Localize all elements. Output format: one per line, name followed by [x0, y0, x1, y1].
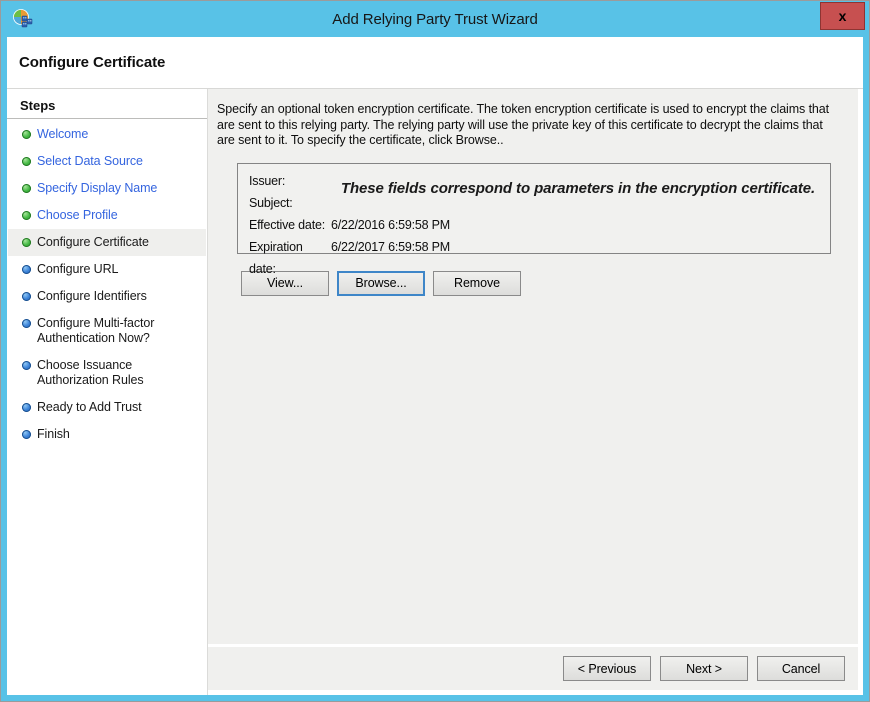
step-label: Specify Display Name: [37, 181, 195, 196]
step-specify-display-name[interactable]: Specify Display Name: [8, 175, 206, 202]
step-configure-url[interactable]: Configure URL: [8, 256, 206, 283]
step-status-icon: [22, 319, 31, 328]
step-status-icon: [22, 238, 31, 247]
content-panel: Specify an optional token encryption cer…: [208, 89, 858, 644]
step-configure-identifiers[interactable]: Configure Identifiers: [8, 283, 206, 310]
step-status-icon: [22, 292, 31, 301]
step-label: Welcome: [37, 127, 195, 142]
step-choose-profile[interactable]: Choose Profile: [8, 202, 206, 229]
previous-button[interactable]: < Previous: [563, 656, 651, 681]
step-status-icon: [22, 403, 31, 412]
steps-title: Steps: [7, 89, 207, 119]
window-body: Configure Certificate Steps Welcome Sele…: [7, 37, 863, 694]
close-button[interactable]: x: [820, 2, 865, 30]
step-select-data-source[interactable]: Select Data Source: [8, 148, 206, 175]
step-status-icon: [22, 157, 31, 166]
certificate-field-value: 6/22/2016 6:59:58 PM: [331, 214, 450, 236]
step-choose-issuance-rules[interactable]: Choose Issuance Authorization Rules: [8, 352, 206, 394]
step-label: Configure Multi-factor Authentication No…: [37, 316, 195, 346]
step-label: Choose Profile: [37, 208, 195, 223]
description-text: Specify an optional token encryption cer…: [217, 102, 835, 149]
titlebar: Add Relying Party Trust Wizard x: [1, 1, 869, 37]
step-status-icon: [22, 430, 31, 439]
annotation-text: These fields correspond to parameters in…: [334, 180, 822, 197]
window-title: Add Relying Party Trust Wizard: [61, 1, 809, 37]
step-label: Select Data Source: [37, 154, 195, 169]
certificate-box: Issuer: Subject: Effective date:: [237, 163, 831, 254]
step-status-icon: [22, 361, 31, 370]
adfs-app-icon: [12, 8, 34, 30]
certificate-field-label: Issuer:: [249, 170, 331, 192]
step-label: Configure Identifiers: [37, 289, 195, 304]
step-status-icon: [22, 211, 31, 220]
wizard-footer: < Previous Next > Cancel: [208, 644, 858, 690]
step-welcome[interactable]: Welcome: [8, 121, 206, 148]
certificate-field-label: Effective date:: [249, 214, 331, 236]
certificate-field-row: Effective date: 6/22/2016 6:59:58 PM: [249, 214, 820, 236]
step-ready-to-add-trust[interactable]: Ready to Add Trust: [8, 394, 206, 421]
certificate-field-value: 6/22/2017 6:59:58 PM: [331, 236, 450, 280]
step-configure-certificate[interactable]: Configure Certificate: [8, 229, 206, 256]
step-label: Configure URL: [37, 262, 195, 277]
wizard-window: Add Relying Party Trust Wizard x Configu…: [0, 0, 870, 702]
step-label: Finish: [37, 427, 195, 442]
step-configure-multifactor[interactable]: Configure Multi-factor Authentication No…: [8, 310, 206, 352]
certificate-field-label: Subject:: [249, 192, 331, 214]
step-label: Ready to Add Trust: [37, 400, 195, 415]
step-status-icon: [22, 265, 31, 274]
next-button[interactable]: Next >: [660, 656, 748, 681]
step-label: Choose Issuance Authorization Rules: [37, 358, 195, 388]
page-header: Configure Certificate: [7, 37, 863, 89]
step-finish[interactable]: Finish: [8, 421, 206, 448]
step-status-icon: [22, 184, 31, 193]
page-title: Configure Certificate: [19, 54, 165, 71]
certificate-field-row: Expiration date: 6/22/2017 6:59:58 PM: [249, 236, 820, 280]
step-status-icon: [22, 130, 31, 139]
step-label: Configure Certificate: [37, 235, 195, 250]
steps-sidebar: Steps Welcome Select Data Source: [7, 89, 208, 695]
steps-list: Welcome Select Data Source Specify Displ…: [7, 119, 207, 448]
certificate-field-label: Expiration date:: [249, 236, 331, 280]
cancel-button[interactable]: Cancel: [757, 656, 845, 681]
